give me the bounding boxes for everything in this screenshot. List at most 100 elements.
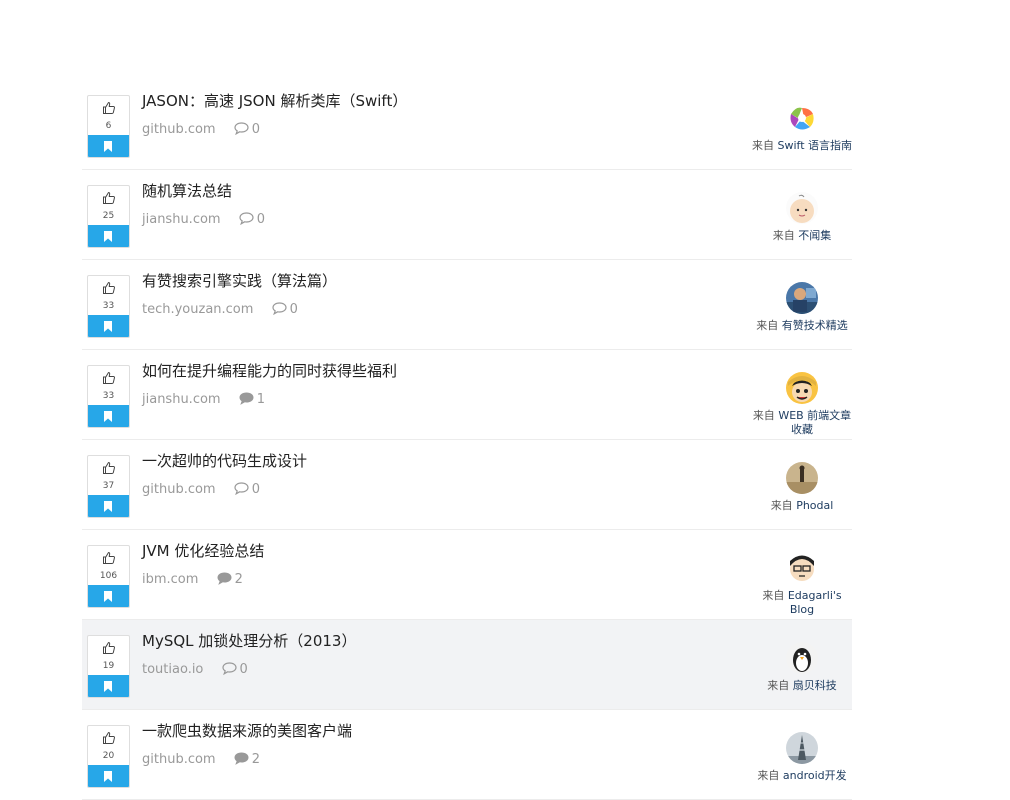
thumbs-up-icon[interactable] (102, 641, 116, 655)
vote-count: 25 (102, 211, 115, 221)
source-line: 来自 不闻集 (750, 229, 854, 243)
source-channel: 来自 Phodal (750, 462, 854, 513)
source-channel: 来自 Swift 语言指南 (750, 102, 854, 153)
vote-count: 37 (102, 481, 115, 491)
from-label: 来自 (756, 319, 779, 332)
comments-link[interactable]: 0 (234, 482, 260, 497)
thumbs-up-icon[interactable] (102, 191, 116, 205)
comments-link[interactable]: 0 (239, 212, 265, 227)
post-title-link[interactable]: JVM 优化经验总结 (142, 542, 264, 561)
from-label: 来自 (752, 409, 775, 422)
channel-name-link[interactable]: 有赞技术精选 (782, 319, 848, 332)
bookmark-button[interactable] (88, 315, 129, 337)
post-item: 37 一次超帅的代码生成设计 github.com 0 来自 Phodal (82, 440, 852, 530)
channel-name-link[interactable]: WEB 前端文章收藏 (778, 409, 851, 436)
channel-avatar[interactable] (786, 372, 818, 404)
channel-name-link[interactable]: 扇贝科技 (793, 679, 837, 692)
source-line: 来自 Edagarli's Blog (750, 589, 854, 617)
channel-name-link[interactable]: android开发 (783, 769, 847, 782)
comment-icon (221, 662, 237, 676)
bookmark-icon (104, 771, 112, 782)
comment-icon (234, 482, 249, 496)
thumbs-up-icon[interactable] (102, 101, 116, 115)
thumbs-up-icon[interactable] (102, 281, 116, 295)
comments-link[interactable]: 1 (239, 392, 265, 407)
comment-count: 0 (239, 662, 248, 677)
channel-avatar[interactable] (786, 552, 818, 584)
channel-avatar[interactable] (786, 102, 818, 134)
post-title-link[interactable]: MySQL 加锁处理分析（2013） (142, 632, 356, 651)
post-meta: ibm.com 2 (142, 572, 243, 588)
post-domain: github.com (142, 752, 216, 767)
vote-box: 33 (87, 365, 130, 428)
thumbs-up-icon[interactable] (102, 461, 116, 475)
comment-icon (271, 302, 287, 316)
bookmark-icon (104, 231, 112, 242)
post-title-link[interactable]: 有赞搜索引擎实践（算法篇） (142, 272, 337, 291)
source-channel: 来自 不闻集 (750, 192, 854, 243)
channel-name-link[interactable]: 不闻集 (798, 229, 831, 242)
post-title-link[interactable]: 随机算法总结 (142, 182, 232, 201)
bookmark-button[interactable] (88, 405, 129, 427)
post-meta: jianshu.com 0 (142, 212, 265, 228)
comments-link[interactable]: 2 (217, 572, 243, 587)
vote-count: 33 (102, 301, 115, 311)
channel-avatar[interactable] (786, 462, 818, 494)
comments-link[interactable]: 0 (221, 662, 248, 677)
from-label: 来自 (757, 769, 780, 782)
channel-name-link[interactable]: Edagarli's Blog (788, 589, 842, 616)
from-label: 来自 (770, 499, 793, 512)
bookmark-icon (104, 141, 112, 152)
channel-name-link[interactable]: Phodal (796, 499, 833, 512)
bookmark-button[interactable] (88, 225, 129, 247)
post-domain: tech.youzan.com (142, 302, 254, 317)
vote-box: 33 (87, 275, 130, 338)
comment-count: 0 (289, 302, 298, 317)
source-line: 来自 Swift 语言指南 (750, 139, 854, 153)
post-title-link[interactable]: 一次超帅的代码生成设计 (142, 452, 307, 471)
post-domain: github.com (142, 122, 216, 137)
channel-name-link[interactable]: Swift 语言指南 (777, 139, 852, 152)
post-item: 25 随机算法总结 jianshu.com 0 来自 不闻集 (82, 170, 852, 260)
thumbs-up-icon[interactable] (102, 731, 116, 745)
vote-count: 6 (105, 121, 112, 131)
bookmark-button[interactable] (88, 495, 129, 517)
post-domain: jianshu.com (142, 392, 221, 407)
source-channel: 来自 扇贝科技 (750, 642, 854, 693)
channel-avatar[interactable] (786, 642, 818, 674)
vote-box: 106 (87, 545, 130, 608)
comments-link[interactable]: 0 (234, 122, 260, 137)
bookmark-button[interactable] (88, 675, 129, 697)
comment-count: 0 (251, 122, 261, 137)
post-title-link[interactable]: 如何在提升编程能力的同时获得些福利 (142, 362, 397, 381)
post-item: 20 一款爬虫数据来源的美图客户端 github.com 2 来自 androi… (82, 710, 852, 800)
comments-link[interactable]: 0 (271, 302, 298, 317)
comment-count: 1 (256, 392, 265, 407)
comment-count: 0 (256, 212, 265, 227)
post-meta: github.com 2 (142, 752, 260, 768)
post-title-link[interactable]: 一款爬虫数据来源的美图客户端 (142, 722, 352, 741)
comment-icon (234, 752, 249, 765)
source-line: 来自 有赞技术精选 (750, 319, 854, 333)
bookmark-icon (104, 501, 112, 512)
source-line: 来自 WEB 前端文章收藏 (750, 409, 854, 437)
vote-box: 6 (87, 95, 130, 158)
channel-avatar[interactable] (786, 192, 818, 224)
post-title-link[interactable]: JASON：高速 JSON 解析类库（Swift） (142, 92, 407, 111)
bookmark-button[interactable] (88, 585, 129, 607)
post-domain: toutiao.io (142, 662, 204, 677)
channel-avatar[interactable] (786, 282, 818, 314)
vote-count: 19 (102, 661, 115, 671)
bookmark-button[interactable] (88, 135, 129, 157)
bookmark-button[interactable] (88, 765, 129, 787)
post-item: 19 MySQL 加锁处理分析（2013） toutiao.io 0 来自 扇贝… (82, 620, 852, 710)
post-meta: tech.youzan.com 0 (142, 302, 298, 318)
comments-link[interactable]: 2 (234, 752, 260, 767)
vote-count: 20 (102, 751, 115, 761)
post-item: 106 JVM 优化经验总结 ibm.com 2 来自 Edagarli's B… (82, 530, 852, 620)
thumbs-up-icon[interactable] (102, 551, 116, 565)
thumbs-up-icon[interactable] (102, 371, 116, 385)
from-label: 来自 (762, 589, 785, 602)
from-label: 来自 (767, 679, 790, 692)
channel-avatar[interactable] (786, 732, 818, 764)
